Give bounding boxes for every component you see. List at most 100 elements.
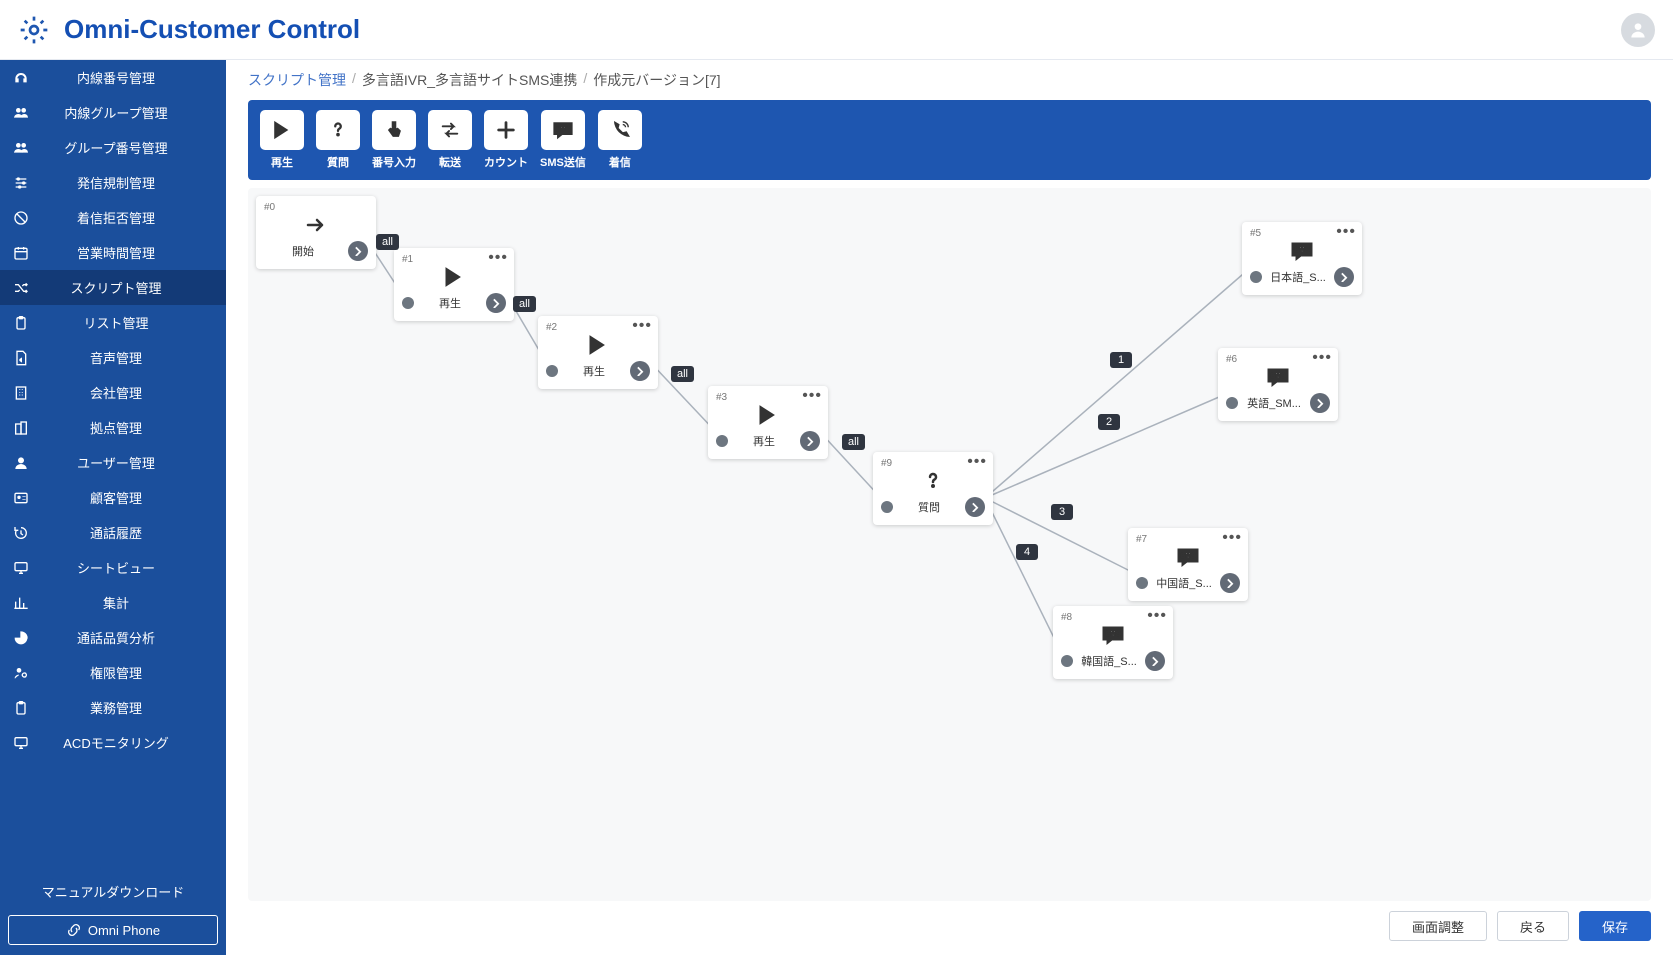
node-in-port[interactable] bbox=[1136, 577, 1148, 589]
flow-node[interactable]: #2 ••• 再生 bbox=[538, 316, 658, 389]
node-in-port[interactable] bbox=[546, 365, 558, 377]
sidebar-item[interactable]: 内線番号管理 bbox=[0, 60, 226, 95]
shuffle-icon bbox=[12, 280, 30, 296]
edge-label: 3 bbox=[1051, 504, 1073, 520]
call-icon bbox=[598, 110, 642, 150]
sidebar-item[interactable]: 集計 bbox=[0, 585, 226, 620]
node-label: 開始 bbox=[264, 243, 342, 259]
question-icon bbox=[316, 110, 360, 150]
sidebar-item[interactable]: 音声管理 bbox=[0, 340, 226, 375]
sidebar-item[interactable]: 顧客管理 bbox=[0, 480, 226, 515]
flow-node[interactable]: #6 ••• 英語_SM... bbox=[1218, 348, 1338, 421]
node-in-port[interactable] bbox=[1061, 655, 1073, 667]
node-out-port[interactable] bbox=[965, 497, 985, 517]
node-in-port[interactable] bbox=[1250, 271, 1262, 283]
flow-node[interactable]: #3 ••• 再生 bbox=[708, 386, 828, 459]
sidebar-item[interactable]: ユーザー管理 bbox=[0, 445, 226, 480]
sidebar-item-label: 拠点管理 bbox=[42, 418, 214, 437]
user-avatar[interactable] bbox=[1621, 13, 1655, 47]
node-more-icon[interactable]: ••• bbox=[967, 458, 987, 466]
omni-phone-button[interactable]: Omni Phone bbox=[8, 915, 218, 945]
sidebar-item-label: 権限管理 bbox=[42, 663, 214, 682]
node-out-port[interactable] bbox=[1220, 573, 1240, 593]
tool-question[interactable]: 質問 bbox=[316, 110, 360, 170]
tool-touch[interactable]: 番号入力 bbox=[372, 110, 416, 170]
file-audio-icon bbox=[12, 350, 30, 366]
node-out-port[interactable] bbox=[1310, 393, 1330, 413]
node-in-port[interactable] bbox=[716, 435, 728, 447]
sidebar-item[interactable]: スクリプト管理 bbox=[0, 270, 226, 305]
sidebar-item[interactable]: 通話品質分析 bbox=[0, 620, 226, 655]
flow-node[interactable]: #7 ••• 中国語_S... bbox=[1128, 528, 1248, 601]
sidebar-item[interactable]: 営業時間管理 bbox=[0, 235, 226, 270]
tool-plus[interactable]: カウント bbox=[484, 110, 528, 170]
node-in-port[interactable] bbox=[881, 501, 893, 513]
sidebar-item-label: 通話品質分析 bbox=[42, 628, 214, 647]
sidebar-item[interactable]: 会社管理 bbox=[0, 375, 226, 410]
sms-icon bbox=[1250, 239, 1354, 263]
sidebar-item-label: リスト管理 bbox=[42, 313, 214, 332]
sidebar-item[interactable]: 内線グループ管理 bbox=[0, 95, 226, 130]
edge-label: all bbox=[513, 296, 536, 312]
node-more-icon[interactable]: ••• bbox=[802, 392, 822, 400]
sidebar: 内線番号管理内線グループ管理グループ番号管理発信規制管理着信拒否管理営業時間管理… bbox=[0, 60, 226, 955]
node-in-port[interactable] bbox=[1226, 397, 1238, 409]
node-out-port[interactable] bbox=[1145, 651, 1165, 671]
sidebar-item-label: 通話履歴 bbox=[42, 523, 214, 542]
flow-node[interactable]: #5 ••• 日本語_S... bbox=[1242, 222, 1362, 295]
node-more-icon[interactable]: ••• bbox=[632, 322, 652, 330]
node-out-port[interactable] bbox=[348, 241, 368, 261]
sidebar-item[interactable]: 着信拒否管理 bbox=[0, 200, 226, 235]
sidebar-item[interactable]: 権限管理 bbox=[0, 655, 226, 690]
breadcrumb-link-script-mgmt[interactable]: スクリプト管理 bbox=[248, 70, 346, 90]
tool-transfer[interactable]: 転送 bbox=[428, 110, 472, 170]
play-icon bbox=[260, 110, 304, 150]
node-more-icon[interactable]: ••• bbox=[1147, 612, 1167, 620]
node-out-port[interactable] bbox=[486, 293, 506, 313]
sidebar-item[interactable]: 通話履歴 bbox=[0, 515, 226, 550]
edge-label: all bbox=[376, 234, 399, 250]
tool-sms[interactable]: SMS送信 bbox=[540, 110, 586, 170]
sidebar-item[interactable]: リスト管理 bbox=[0, 305, 226, 340]
ban-icon bbox=[12, 210, 30, 226]
sidebar-item-label: 内線番号管理 bbox=[42, 68, 214, 87]
sidebar-item[interactable]: 拠点管理 bbox=[0, 410, 226, 445]
sidebar-item[interactable]: ACDモニタリング bbox=[0, 725, 226, 760]
tool-play[interactable]: 再生 bbox=[260, 110, 304, 170]
node-out-port[interactable] bbox=[630, 361, 650, 381]
node-more-icon[interactable]: ••• bbox=[1312, 354, 1332, 362]
node-out-port[interactable] bbox=[1334, 267, 1354, 287]
node-more-icon[interactable]: ••• bbox=[1336, 228, 1356, 236]
node-more-icon[interactable]: ••• bbox=[1222, 534, 1242, 542]
sidebar-item[interactable]: シートビュー bbox=[0, 550, 226, 585]
sidebar-item[interactable]: 業務管理 bbox=[0, 690, 226, 725]
node-out-port[interactable] bbox=[800, 431, 820, 451]
pie-chart-icon bbox=[12, 630, 30, 646]
node-id: #0 bbox=[264, 202, 368, 213]
tool-call[interactable]: 着信 bbox=[598, 110, 642, 170]
sidebar-item[interactable]: グループ番号管理 bbox=[0, 130, 226, 165]
sidebar-item-label: ACDモニタリング bbox=[42, 733, 214, 752]
sms-icon bbox=[1136, 545, 1240, 569]
flow-node[interactable]: #8 ••• 韓国語_S... bbox=[1053, 606, 1173, 679]
flow-node[interactable]: #0 開始 bbox=[256, 196, 376, 269]
sidebar-manual-download[interactable]: マニュアルダウンロード bbox=[0, 874, 226, 909]
sidebar-item-label: ユーザー管理 bbox=[42, 453, 214, 472]
back-button[interactable]: 戻る bbox=[1497, 911, 1569, 941]
node-more-icon[interactable]: ••• bbox=[488, 254, 508, 262]
users-icon bbox=[12, 140, 30, 156]
flow-node[interactable]: #1 ••• 再生 bbox=[394, 248, 514, 321]
node-label: 質問 bbox=[893, 499, 965, 515]
node-label: 再生 bbox=[414, 295, 486, 311]
headset-icon bbox=[12, 70, 30, 86]
node-in-port[interactable] bbox=[402, 297, 414, 309]
flow-canvas[interactable]: #0 開始 #1 ••• 再生 #2 ••• 再生 #3 ••• 再生 bbox=[248, 188, 1651, 901]
sidebar-item-label: 着信拒否管理 bbox=[42, 208, 214, 227]
tool-label: カウント bbox=[484, 154, 528, 170]
save-button[interactable]: 保存 bbox=[1579, 911, 1651, 941]
flow-node[interactable]: #9 ••• 質問 bbox=[873, 452, 993, 525]
bar-chart-icon bbox=[12, 595, 30, 611]
sidebar-manual-label: マニュアルダウンロード bbox=[12, 882, 214, 901]
adjust-button[interactable]: 画面調整 bbox=[1389, 911, 1487, 941]
sidebar-item[interactable]: 発信規制管理 bbox=[0, 165, 226, 200]
